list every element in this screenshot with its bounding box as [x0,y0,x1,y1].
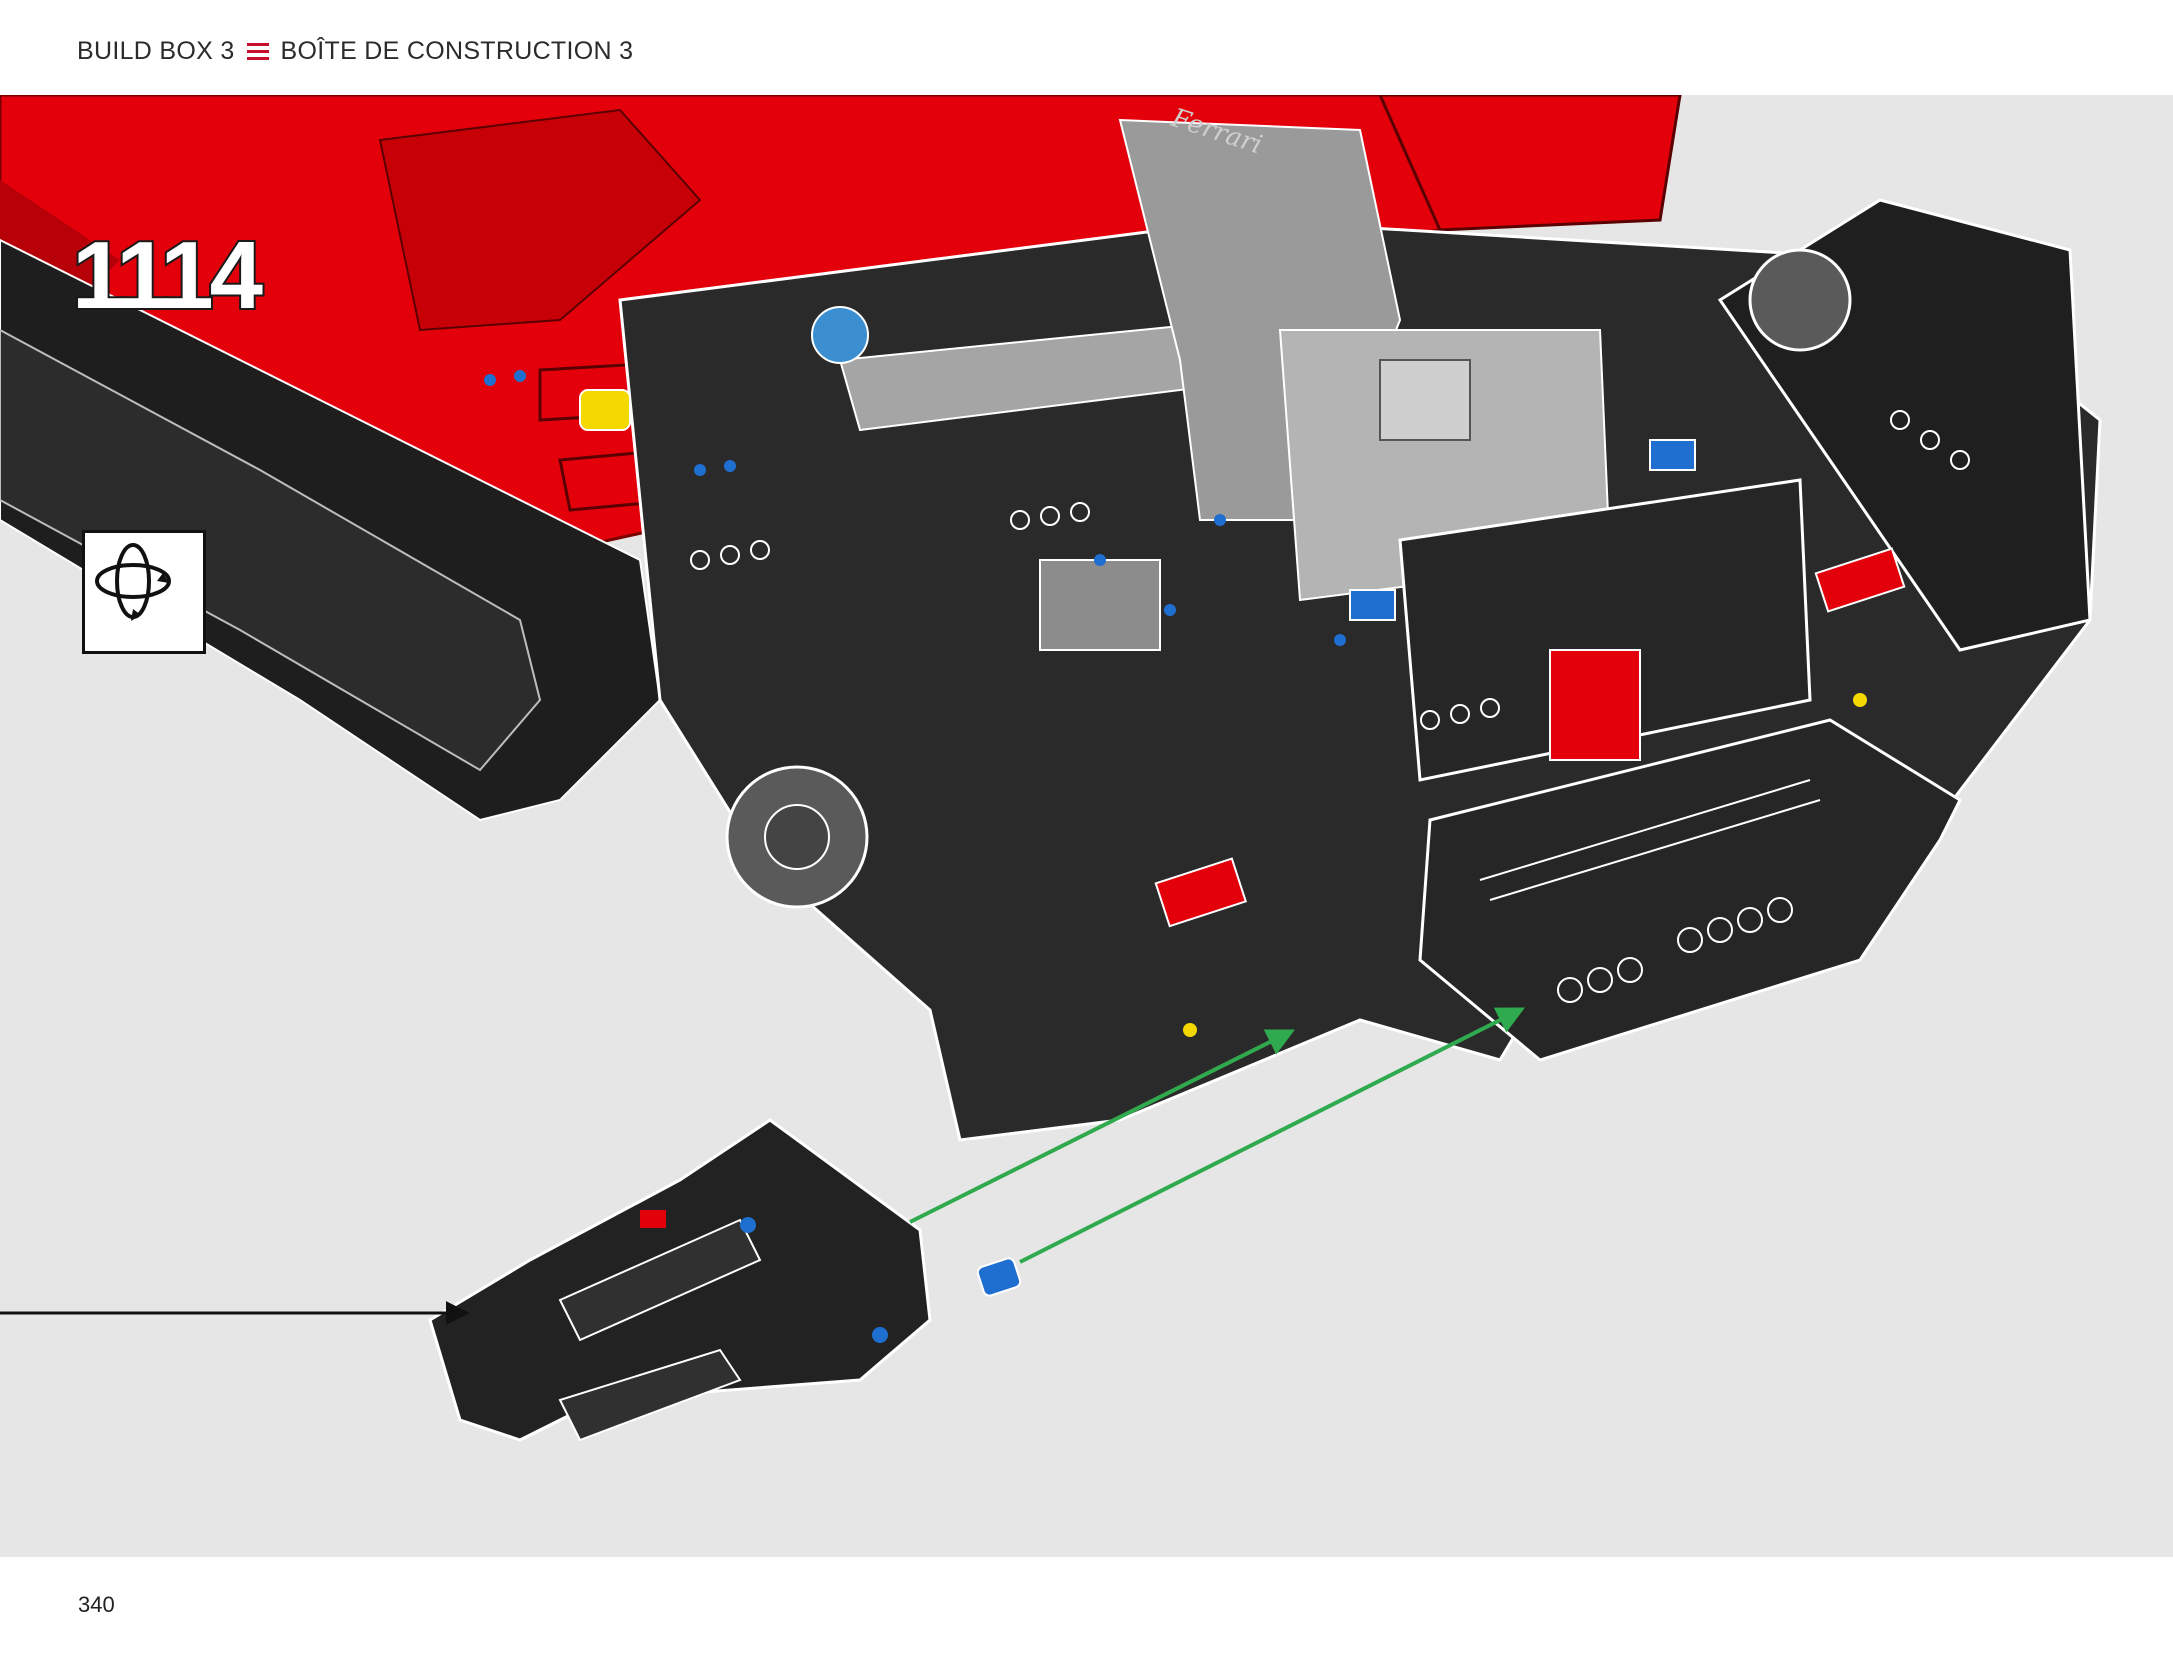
rotate-model-icon [82,530,206,654]
page-header: BUILD BOX 3 BOÎTE DE CONSTRUCTION 3 [77,34,633,68]
page-number: 340 [78,1592,115,1617]
triple-line-icon [246,42,269,60]
model-illustration: Ferrari [0,95,2102,1442]
instruction-canvas: Ferrari 1114 [0,95,2173,1557]
step-number: 1114 [70,222,265,329]
build-box-label-fr: BOÎTE DE CONSTRUCTION 3 [280,36,634,65]
build-box-label-en: BUILD BOX 3 [77,36,235,65]
